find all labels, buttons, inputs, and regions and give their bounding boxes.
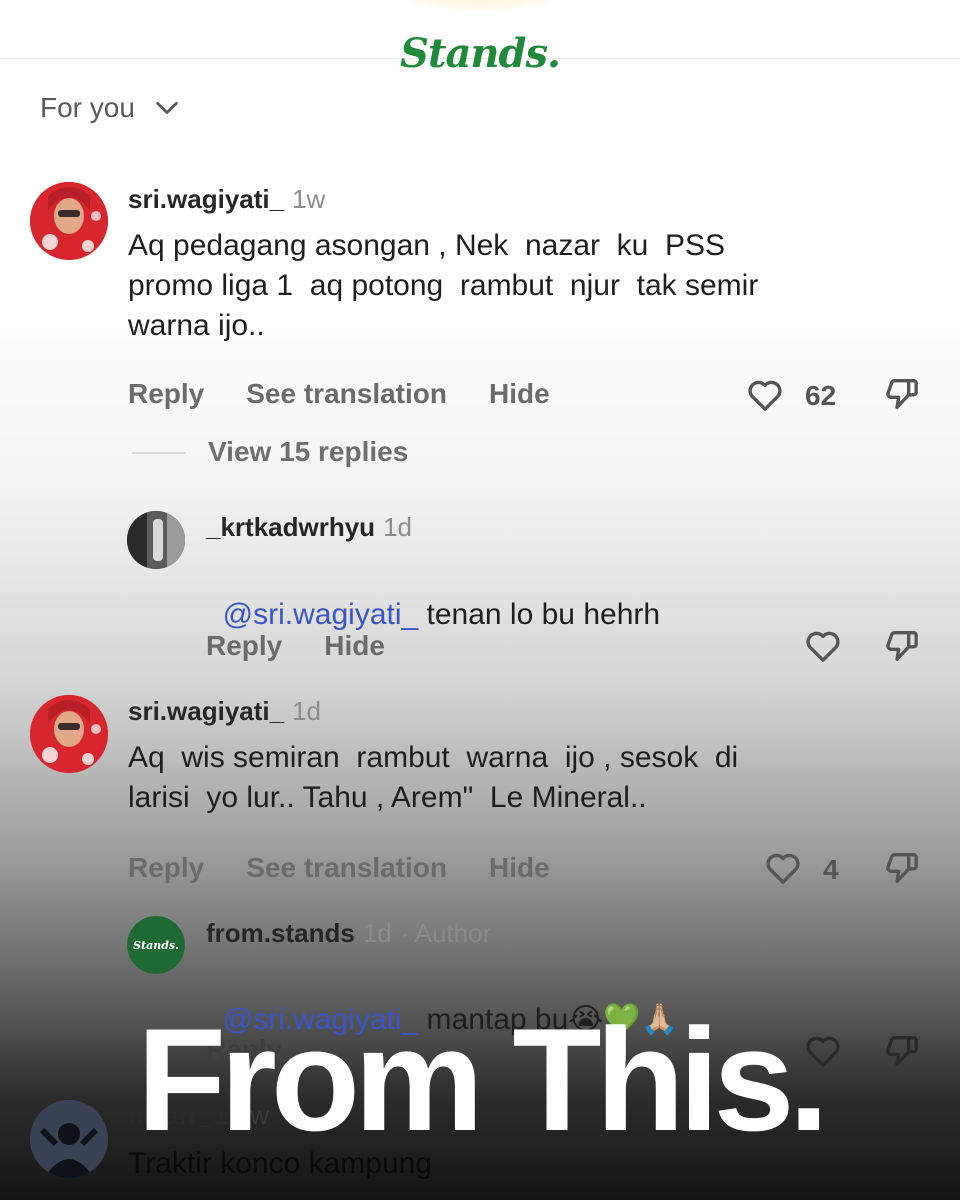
- avatar[interactable]: Stands.: [127, 916, 185, 974]
- author-tag: · Author: [400, 918, 492, 948]
- comment-text: Aq wis semiran rambut warna ijo , sesok …: [128, 741, 739, 814]
- comment-header: sri.wagiyati_ 1w: [128, 184, 325, 215]
- heart-icon[interactable]: [803, 626, 843, 666]
- heart-icon[interactable]: [763, 848, 803, 888]
- heart-icon[interactable]: [745, 375, 785, 415]
- comment-actions: Reply See translation Hide: [128, 852, 550, 884]
- comment-time: 1w: [292, 184, 326, 214]
- hide-button[interactable]: Hide: [489, 852, 550, 884]
- see-translation-button[interactable]: See translation: [246, 378, 447, 410]
- brand-logo: Stands.: [400, 30, 561, 77]
- comment-text-body: tenan lo bu hehrh: [418, 598, 661, 631]
- hide-button[interactable]: Hide: [324, 630, 385, 662]
- avatar[interactable]: [127, 511, 185, 569]
- comment-time: 1d: [362, 918, 392, 948]
- comment-actions: Reply Hide: [206, 630, 385, 662]
- like-count: 4: [823, 854, 839, 885]
- mention-link[interactable]: @sri.wagiyati_: [223, 598, 419, 631]
- username[interactable]: _krtkadwrhyu: [206, 512, 375, 542]
- chevron-down-icon: [156, 101, 178, 115]
- comment-text: @sri.wagiyati_ tenan lo bu hehrh: [206, 555, 660, 635]
- dislike-icon[interactable]: [882, 626, 922, 666]
- feed-selector[interactable]: For you: [40, 92, 181, 124]
- replies-divider: [132, 452, 186, 454]
- username[interactable]: from.stands: [206, 918, 355, 948]
- username[interactable]: sri.wagiyati_: [128, 696, 284, 726]
- hide-button[interactable]: Hide: [489, 378, 550, 410]
- view-replies-button[interactable]: View 15 replies: [208, 436, 408, 468]
- comment-header: _krtkadwrhyu 1d: [206, 512, 412, 543]
- see-translation-button[interactable]: See translation: [246, 852, 447, 884]
- overlay-title: From This.: [136, 998, 829, 1161]
- reply-button[interactable]: Reply: [128, 852, 204, 884]
- comment-actions: Reply See translation Hide: [128, 378, 550, 410]
- comment-text: Aq pedagang asongan , Nek nazar ku PSS p…: [128, 229, 759, 342]
- comment-time: 1d: [383, 512, 412, 542]
- username[interactable]: sri.wagiyati_: [128, 184, 284, 214]
- feed-selector-label: For you: [40, 92, 135, 123]
- dislike-icon[interactable]: [882, 848, 922, 888]
- avatar[interactable]: [30, 182, 108, 260]
- comment-header: from.stands 1d · Author: [206, 918, 491, 949]
- reply-button[interactable]: Reply: [128, 378, 204, 410]
- comment-header: sri.wagiyati_ 1d: [128, 696, 321, 727]
- top-glow: [400, 0, 560, 10]
- avatar[interactable]: [30, 695, 108, 773]
- avatar-logo-text: Stands.: [133, 938, 179, 952]
- dislike-icon[interactable]: [882, 374, 922, 414]
- reply-button[interactable]: Reply: [206, 630, 282, 662]
- comment-time: 1d: [292, 696, 321, 726]
- like-count: 62: [805, 380, 837, 411]
